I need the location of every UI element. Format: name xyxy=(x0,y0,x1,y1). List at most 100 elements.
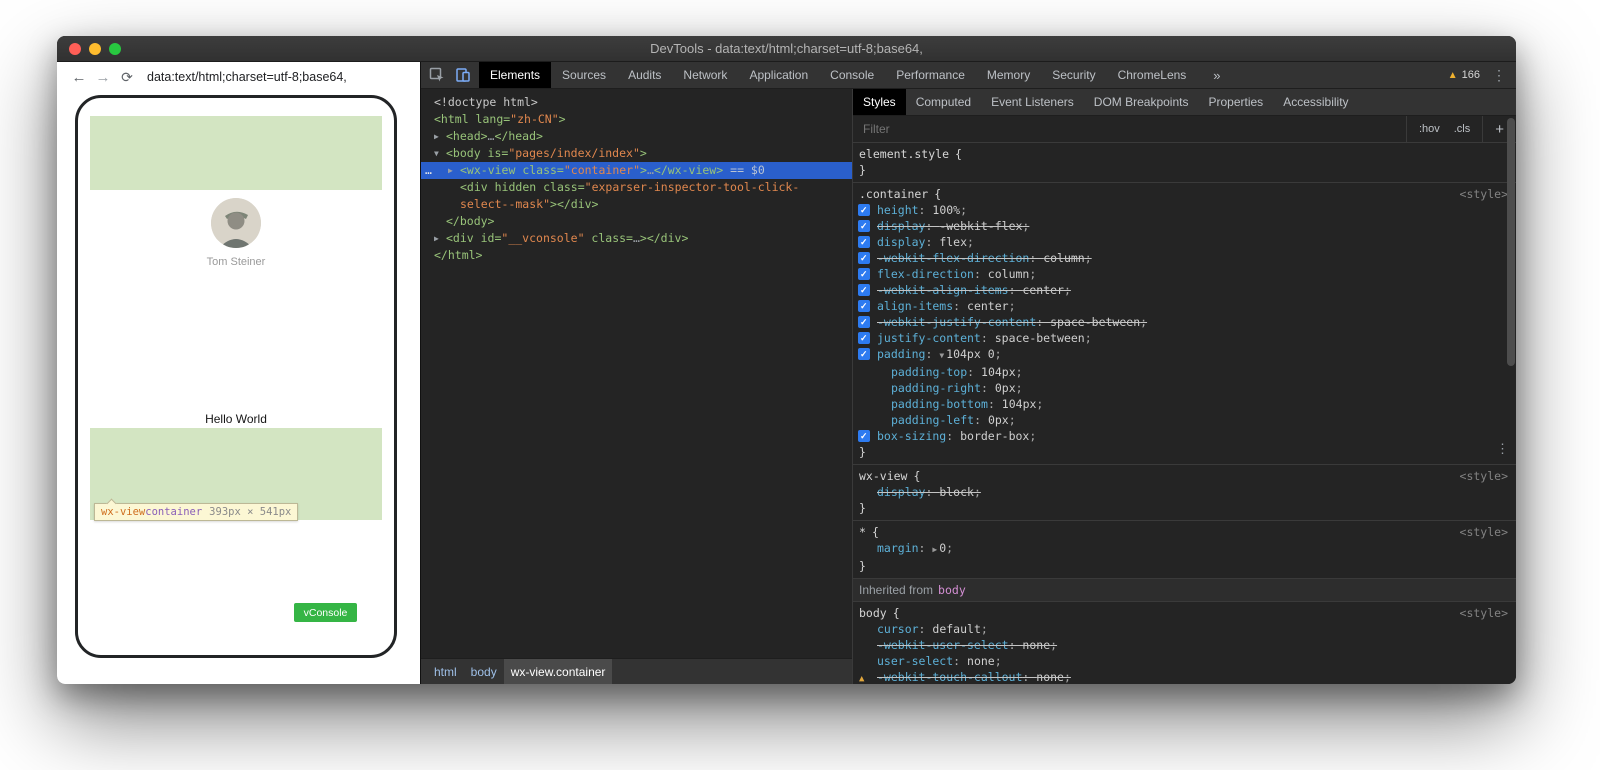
css-property-row-padding[interactable]: padding: ▼104px 0; xyxy=(853,346,1516,364)
css-property-row[interactable]: justify-content: space-between; xyxy=(853,330,1516,346)
style-origin-link[interactable]: <style> xyxy=(1460,468,1508,484)
inherited-node-link[interactable]: body xyxy=(938,583,966,597)
device-screen[interactable]: Tom Steiner Hello World wx-viewcontainer… xyxy=(90,116,382,637)
style-origin-link[interactable]: <style> xyxy=(1460,186,1508,202)
dom-node-html-open[interactable]: <html lang="zh-CN"> xyxy=(421,111,852,128)
class-toggle[interactable]: .cls xyxy=(1454,123,1471,135)
property-checkbox[interactable] xyxy=(858,332,870,344)
console-warning-badge[interactable]: ▲ 166 xyxy=(1448,69,1480,81)
overflow-ellipsis-icon[interactable]: … xyxy=(425,162,432,179)
property-checkbox[interactable] xyxy=(858,348,870,360)
property-checkbox[interactable] xyxy=(858,236,870,248)
titlebar[interactable]: DevTools - data:text/html;charset=utf-8;… xyxy=(57,36,1516,62)
collapse-longhand-icon[interactable]: ▼ xyxy=(939,351,944,360)
close-window-button[interactable] xyxy=(69,43,81,55)
property-checkbox[interactable] xyxy=(858,204,870,216)
reload-icon[interactable]: ⟳ xyxy=(115,69,139,86)
avatar xyxy=(211,198,261,248)
css-longhand-row[interactable]: padding-top: 104px; xyxy=(853,364,1516,380)
styles-filter-input[interactable] xyxy=(853,116,1406,142)
panel-tab[interactable]: Sources xyxy=(551,62,617,88)
sidebar-tab[interactable]: Event Listeners xyxy=(981,89,1084,115)
css-property-row[interactable]: ▲ user-select: none; xyxy=(853,653,1516,669)
zoom-window-button[interactable] xyxy=(109,43,121,55)
property-checkbox[interactable] xyxy=(858,300,870,312)
expand-icon[interactable]: ▶ xyxy=(434,230,439,247)
property-checkbox[interactable] xyxy=(858,268,870,280)
breadcrumb-item[interactable]: wx-view.container xyxy=(504,659,613,684)
expand-longhand-icon[interactable]: ▶ xyxy=(932,545,937,554)
sidebar-tab[interactable]: DOM Breakpoints xyxy=(1084,89,1199,115)
panel-tab[interactable]: Console xyxy=(819,62,885,88)
panel-tab[interactable]: Security xyxy=(1041,62,1106,88)
dom-node-mask-div[interactable]: <div hidden class="exparser-inspector-to… xyxy=(421,179,852,196)
rule-options-icon[interactable]: ⋮ xyxy=(1496,442,1509,458)
rule-selector[interactable]: .container{<style> xyxy=(853,186,1516,202)
dom-node-html-close[interactable]: </html> xyxy=(421,247,852,264)
dom-node-head[interactable]: ▶<head>…</head> xyxy=(421,128,852,145)
panel-tab[interactable]: Memory xyxy=(976,62,1041,88)
dom-node-doctype[interactable]: <!doctype html> xyxy=(421,94,852,111)
rule-selector[interactable]: wx-view{<style> xyxy=(853,468,1516,484)
panel-tab[interactable]: ChromeLens xyxy=(1107,62,1198,88)
more-tabs-icon[interactable]: » xyxy=(1213,62,1220,88)
css-property-row[interactable]: -webkit-align-items: center; xyxy=(853,282,1516,298)
expand-icon[interactable]: ▶ xyxy=(434,128,439,145)
css-property-row[interactable]: display: -webkit-flex; xyxy=(853,218,1516,234)
expand-icon[interactable]: ▶ xyxy=(448,162,453,179)
minimize-window-button[interactable] xyxy=(89,43,101,55)
dom-tree: <!doctype html> <html lang="zh-CN"> ▶<he… xyxy=(421,89,852,658)
back-icon[interactable]: ← xyxy=(67,69,91,86)
dom-node-wx-view-selected[interactable]: …▶<wx-view class="container">…</wx-view>… xyxy=(421,162,852,179)
sidebar-tab[interactable]: Computed xyxy=(906,89,981,115)
panel-tab[interactable]: Audits xyxy=(617,62,672,88)
property-checkbox[interactable] xyxy=(858,284,870,296)
dom-node-vconsole-div[interactable]: ▶<div id="__vconsole" class=…></div> xyxy=(421,230,852,247)
css-property-row[interactable]: display: block; xyxy=(853,484,1516,500)
property-checkbox[interactable] xyxy=(858,252,870,264)
dom-node-body-open[interactable]: ▼<body is="pages/index/index"> xyxy=(421,145,852,162)
property-checkbox[interactable] xyxy=(858,316,870,328)
styles-scrollbar[interactable] xyxy=(1507,118,1515,366)
element-style-selector[interactable]: element.style{ xyxy=(853,146,1516,162)
panel-tab[interactable]: Elements xyxy=(479,62,551,88)
devtools-menu-icon[interactable]: ⋮ xyxy=(1492,67,1506,84)
css-property-row[interactable]: flex-direction: column; xyxy=(853,266,1516,282)
vconsole-button[interactable]: vConsole xyxy=(294,603,357,622)
css-property-row[interactable]: ▲ cursor: default; xyxy=(853,621,1516,637)
dom-node-mask-div-wrap[interactable]: select--mask"></div> xyxy=(421,196,852,213)
css-property-row-box-sizing[interactable]: box-sizing: border-box; xyxy=(853,428,1516,444)
panel-tab[interactable]: Performance xyxy=(885,62,976,88)
css-longhand-row[interactable]: padding-left: 0px; xyxy=(853,412,1516,428)
forward-icon[interactable]: → xyxy=(91,69,115,86)
css-property-row[interactable]: ▲ -webkit-user-select: none; xyxy=(853,637,1516,653)
device-toolbar-icon[interactable] xyxy=(450,62,476,88)
address-url[interactable]: data:text/html;charset=utf-8;base64, xyxy=(147,70,347,84)
rule-selector[interactable]: body{<style> xyxy=(853,605,1516,621)
css-longhand-row[interactable]: padding-right: 0px; xyxy=(853,380,1516,396)
css-longhand-row[interactable]: padding-bottom: 104px; xyxy=(853,396,1516,412)
panel-tab[interactable]: Network xyxy=(672,62,738,88)
css-property-row-margin[interactable]: margin: ▶0; xyxy=(853,540,1516,558)
rule-selector[interactable]: *{<style> xyxy=(853,524,1516,540)
property-checkbox[interactable] xyxy=(858,220,870,232)
breadcrumb-item[interactable]: html xyxy=(427,659,464,684)
style-origin-link[interactable]: <style> xyxy=(1460,605,1508,621)
collapse-icon[interactable]: ▼ xyxy=(434,145,439,162)
sidebar-tab[interactable]: Styles xyxy=(853,89,906,115)
css-property-row[interactable]: height: 100%; xyxy=(853,202,1516,218)
css-property-row[interactable]: align-items: center; xyxy=(853,298,1516,314)
sidebar-tab[interactable]: Accessibility xyxy=(1273,89,1358,115)
panel-tab[interactable]: Application xyxy=(738,62,819,88)
pseudo-class-toggle[interactable]: :hov xyxy=(1419,123,1440,135)
style-origin-link[interactable]: <style> xyxy=(1460,524,1508,540)
sidebar-tab[interactable]: Properties xyxy=(1198,89,1273,115)
css-property-row[interactable]: ▲ -webkit-touch-callout: none; xyxy=(853,669,1516,684)
property-checkbox[interactable] xyxy=(858,430,870,442)
breadcrumb-item[interactable]: body xyxy=(464,659,504,684)
inspect-icon[interactable] xyxy=(424,62,450,88)
dom-node-body-close[interactable]: </body> xyxy=(421,213,852,230)
css-property-row[interactable]: -webkit-flex-direction: column; xyxy=(853,250,1516,266)
css-property-row[interactable]: display: flex; xyxy=(853,234,1516,250)
css-property-row[interactable]: -webkit-justify-content: space-between; xyxy=(853,314,1516,330)
